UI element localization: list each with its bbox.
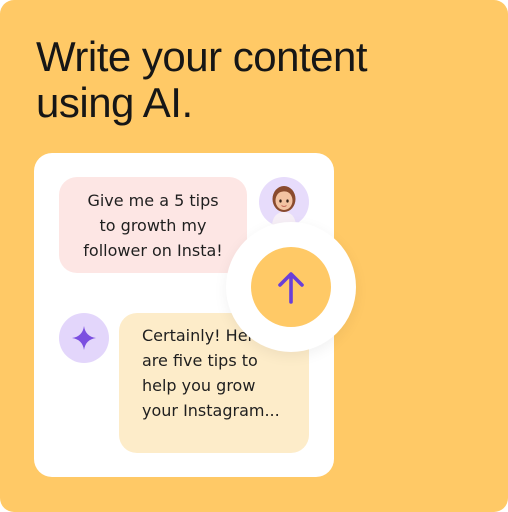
user-message-bubble: Give me a 5 tips to growth my follower o… [59,177,247,273]
headline-line-2: using AI. [36,79,193,126]
sparkle-icon [72,326,96,350]
ai-message-line: help you grow [142,376,256,395]
user-avatar-icon [272,186,296,227]
user-message-line: follower on Insta! [83,241,223,260]
ai-badge [59,313,109,363]
headline: Write your content using AI. [36,33,368,126]
promo-card: Write your content using AI. Give me a 5… [0,0,508,512]
arrow-up-icon [278,272,304,304]
ai-message-line: are five tips to [142,351,258,370]
ai-message-line: your Instagram... [142,401,280,420]
user-avatar [259,177,309,227]
send-button[interactable] [251,247,331,327]
user-message-line: Give me a 5 tips [87,191,219,210]
user-message-line: to growth my [99,216,207,235]
headline-line-1: Write your content [36,33,368,80]
